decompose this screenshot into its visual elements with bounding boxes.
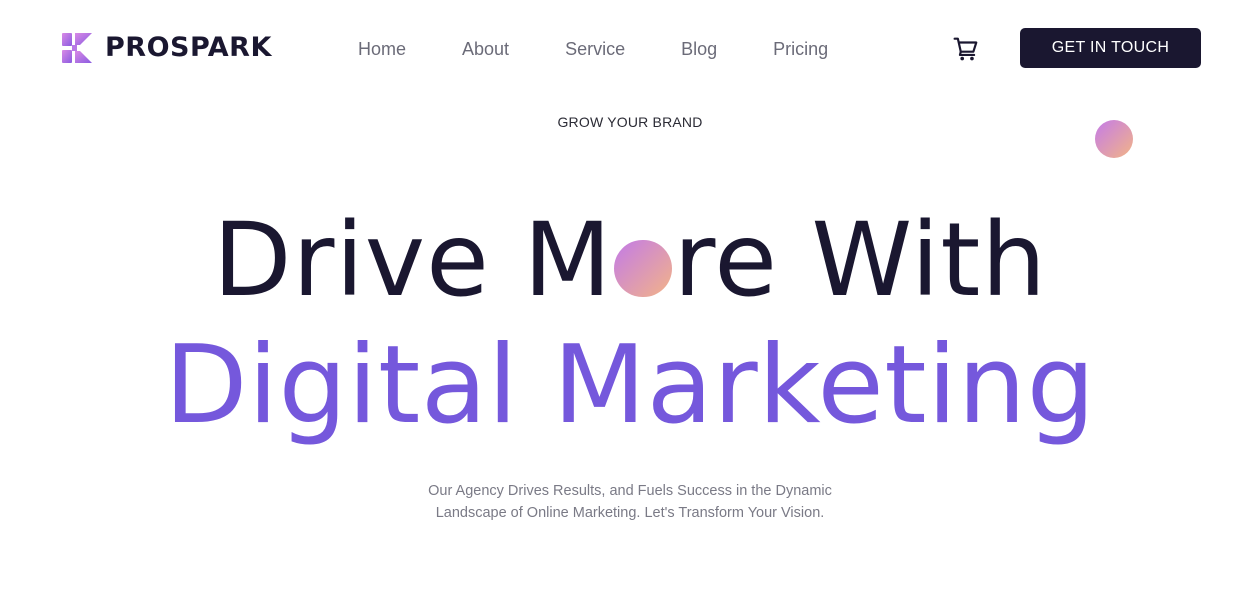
hero-subtitle: Our Agency Drives Results, and Fuels Suc… (0, 480, 1260, 524)
nav-item-pricing[interactable]: Pricing (773, 38, 828, 60)
get-in-touch-button[interactable]: GET IN TOUCH (1020, 28, 1201, 68)
landing-page: PROSPARK Home About Service Blog Pricing… (0, 0, 1260, 592)
hero-eyebrow: GROW YOUR BRAND (557, 114, 703, 130)
cart-icon[interactable] (953, 36, 979, 62)
headline-text-part1: Drive M (212, 201, 613, 320)
hero-headline-line1: Drive Mre With (0, 210, 1260, 312)
hero-headline-line2: Digital Marketing (164, 323, 1096, 448)
headline-text-part2: re With (673, 201, 1047, 320)
nav-item-about[interactable]: About (462, 38, 509, 60)
nav-item-service[interactable]: Service (565, 38, 625, 60)
gradient-orb-o (614, 239, 672, 298)
prospark-logo-icon (62, 33, 92, 63)
brand-name: PROSPARK (105, 32, 272, 63)
brand-logo[interactable]: PROSPARK (62, 33, 272, 63)
decorative-gradient-circle (1095, 120, 1133, 158)
main-nav: Home About Service Blog Pricing (358, 38, 884, 60)
nav-item-blog[interactable]: Blog (681, 38, 717, 60)
nav-item-home[interactable]: Home (358, 38, 406, 60)
hero-subtitle-line1: Our Agency Drives Results, and Fuels Suc… (428, 483, 832, 499)
hero-subtitle-line2: Landscape of Online Marketing. Let's Tra… (435, 505, 825, 521)
